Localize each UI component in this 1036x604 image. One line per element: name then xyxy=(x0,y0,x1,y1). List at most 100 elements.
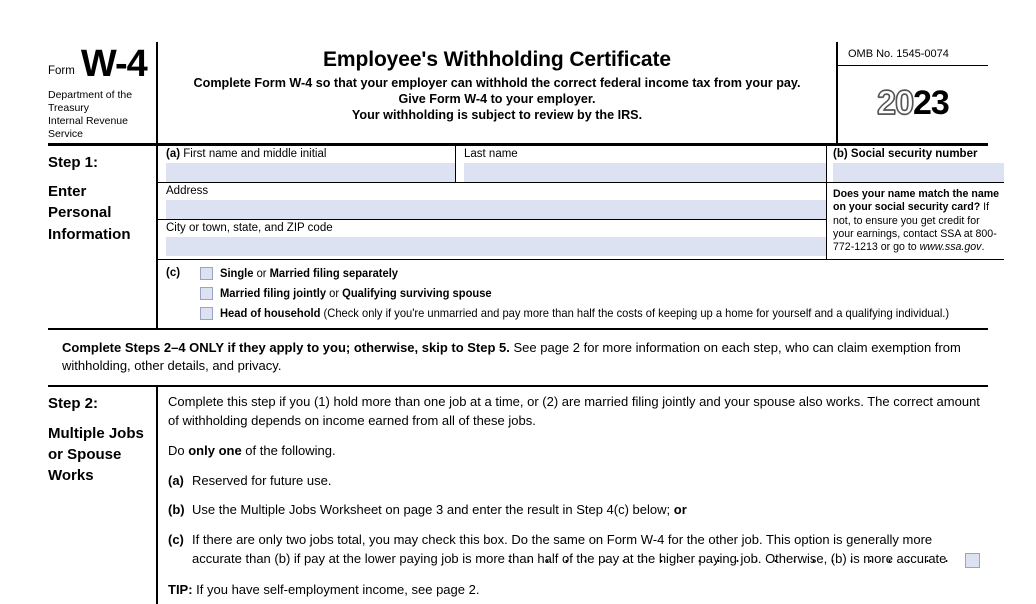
field-tag-a: (a) xyxy=(166,147,181,160)
form-label: Form xyxy=(48,64,75,77)
w4-form: Form W-4 Department of the Treasury Inte… xyxy=(48,42,1005,604)
first-name-input[interactable] xyxy=(166,162,455,182)
item-c-body: If there are only two jobs total, you ma… xyxy=(192,531,980,570)
filing-status-option-head-of-household[interactable]: Head of household (Check only if you're … xyxy=(166,306,1004,320)
address-input[interactable] xyxy=(166,200,827,220)
step-2-body: Complete this step if you (1) hold more … xyxy=(158,387,988,603)
last-name-input[interactable] xyxy=(464,162,827,182)
tax-year-box: 2023 xyxy=(838,66,988,143)
step-2-item-c: (c) If there are only two jobs total, yo… xyxy=(168,531,980,570)
item-a-text: Reserved for future use. xyxy=(192,472,332,488)
step-1-subtitle-line-1: Enter xyxy=(48,182,87,200)
form-identifier: Form W-4 xyxy=(48,42,150,85)
status-rest-1: or xyxy=(326,285,343,300)
ssn-cell: (b) Social security number xyxy=(827,146,1005,183)
tax-year-prefix: 20 xyxy=(876,84,914,123)
first-name-label-text: First name and middle initial xyxy=(183,147,327,160)
do-one-pre: Do xyxy=(168,442,189,458)
first-name-cell: (a) First name and middle initial xyxy=(158,145,456,182)
field-tag-b: (b) xyxy=(833,147,848,160)
step-1-subtitle-line-3: Information xyxy=(48,225,131,243)
address-cell: Address xyxy=(158,183,827,220)
ssn-label-text: Social security number xyxy=(850,147,978,160)
checkbox-two-jobs-total[interactable] xyxy=(965,553,980,569)
tip-label: TIP: xyxy=(168,582,193,598)
ssa-website: www.ssa.gov xyxy=(919,241,982,254)
step-1-title: Step 1: xyxy=(48,153,99,171)
field-tag-c: (c) xyxy=(166,266,181,279)
complete-steps-note: Complete Steps 2–4 ONLY if they apply to… xyxy=(48,327,988,388)
page-title: Employee's Withholding Certificate xyxy=(323,48,671,71)
filing-status-option-single[interactable]: (c) Single or Married filing separately xyxy=(166,266,1004,280)
checkbox-married-filing-jointly[interactable] xyxy=(200,286,213,300)
item-b-tag: (b) xyxy=(168,502,185,518)
item-c-tag: (c) xyxy=(168,532,184,548)
step-2-intro: Complete this step if you (1) hold more … xyxy=(168,394,980,429)
status-bold-2: Head of household xyxy=(220,305,321,320)
address-row: Address xyxy=(158,183,827,221)
step-2-do-only-one: Do only one of the following. xyxy=(168,442,980,461)
omb-number: OMB No. 1545-0074 xyxy=(838,42,988,66)
city-input[interactable] xyxy=(166,237,827,257)
step-2-tip: TIP: If you have self-employment income,… xyxy=(168,581,980,600)
header-left-block: Form W-4 Department of the Treasury Inte… xyxy=(48,42,158,143)
step-1-section: Step 1: Enter Personal Information (a) F… xyxy=(48,145,1005,328)
first-name-label: (a) First name and middle initial xyxy=(166,148,455,163)
city-cell: City or town, state, and ZIP code xyxy=(158,220,827,257)
status-rest-2: (Check only if you're unmarried and pay … xyxy=(320,305,950,320)
tip-text: If you have self-employment income, see … xyxy=(192,582,480,598)
ssn-note-end: . xyxy=(981,241,985,254)
name-row: (a) First name and middle initial Last n… xyxy=(158,145,827,183)
item-b-body: Use the Multiple Jobs Worksheet on page … xyxy=(192,501,980,520)
subtitle-line-2: Give Form W-4 to your employer. xyxy=(398,91,596,106)
step-1-subtitle-line-2: Personal xyxy=(48,204,112,222)
filing-status-label-head-of-household: Head of household (Check only if you're … xyxy=(220,306,949,320)
last-name-cell: Last name xyxy=(456,146,827,182)
agency-block: Department of the Treasury Internal Reve… xyxy=(48,81,150,140)
do-one-post: of the following. xyxy=(241,442,336,458)
city-row: City or town, state, and ZIP code xyxy=(158,220,827,257)
header-right-block: OMB No. 1545-0074 2023 xyxy=(836,42,988,143)
ssn-input[interactable] xyxy=(833,162,1005,182)
step-2-section: Step 2: Multiple Jobs or Spouse Works Co… xyxy=(48,387,988,604)
step-2-subtitle-line-2: or Spouse xyxy=(48,446,122,464)
tax-year: 2023 xyxy=(876,84,950,123)
step-2-item-b: (b) Use the Multiple Jobs Worksheet on p… xyxy=(168,501,980,520)
status-bold2-0: Married filing separately xyxy=(269,265,399,280)
do-one-bold: only one xyxy=(188,442,242,458)
step-2-subtitle-line-1: Multiple Jobs xyxy=(48,424,144,442)
step-1-label-column: Step 1: Enter Personal Information xyxy=(48,145,158,328)
step-2-label-column: Step 2: Multiple Jobs or Spouse Works xyxy=(48,387,158,604)
ssn-note: Does your name match the name on your so… xyxy=(827,183,1004,259)
item-b-bold-tail: or xyxy=(673,502,687,518)
subtitle-line-1: Complete Form W-4 so that your employer … xyxy=(193,75,801,90)
complete-steps-note-bold: Complete Steps 2–4 ONLY if they apply to… xyxy=(62,339,510,355)
filing-status-group: (c) Single or Married filing separately … xyxy=(158,260,1004,328)
step-2-subtitle: Multiple Jobs or Spouse Works xyxy=(48,423,150,487)
city-label: City or town, state, and ZIP code xyxy=(166,222,333,235)
header-title-block: Employee's Withholding Certificate Compl… xyxy=(158,42,836,143)
tax-year-suffix: 23 xyxy=(913,84,950,123)
ssn-label: (b) Social security number xyxy=(833,148,1004,163)
step-1-subtitle: Enter Personal Information xyxy=(48,181,150,245)
department-line-2: Internal Revenue Service xyxy=(48,115,128,140)
checkbox-head-of-household[interactable] xyxy=(200,306,213,320)
step-2-title: Step 2: xyxy=(48,395,99,413)
form-number: W-4 xyxy=(80,43,148,85)
address-label: Address xyxy=(166,184,209,197)
checkbox-single[interactable] xyxy=(200,266,213,280)
status-rest-0: or xyxy=(253,265,270,280)
filing-status-label-single: Single or Married filing separately xyxy=(220,266,398,280)
item-b-text: Use the Multiple Jobs Worksheet on page … xyxy=(192,502,674,518)
step-1-body: (a) First name and middle initial Last n… xyxy=(158,145,1005,328)
subtitle-line-3: Your withholding is subject to review by… xyxy=(351,108,643,123)
dot-leader xyxy=(499,553,953,568)
ssn-note-question: Does your name match the name on your so… xyxy=(833,187,1000,214)
filing-status-label-married-jointly: Married filing jointly or Qualifying sur… xyxy=(220,286,492,300)
filing-status-option-married-jointly[interactable]: Married filing jointly or Qualifying sur… xyxy=(166,286,1004,300)
item-a-tag: (a) xyxy=(168,472,184,488)
step-1-name-address-column: (a) First name and middle initial Last n… xyxy=(158,145,827,259)
ssn-column: (b) Social security number Does your nam… xyxy=(826,145,1005,259)
step-2-item-a: (a) Reserved for future use. xyxy=(168,472,980,491)
status-bold2-1: Qualifying surviving spouse xyxy=(342,285,492,300)
